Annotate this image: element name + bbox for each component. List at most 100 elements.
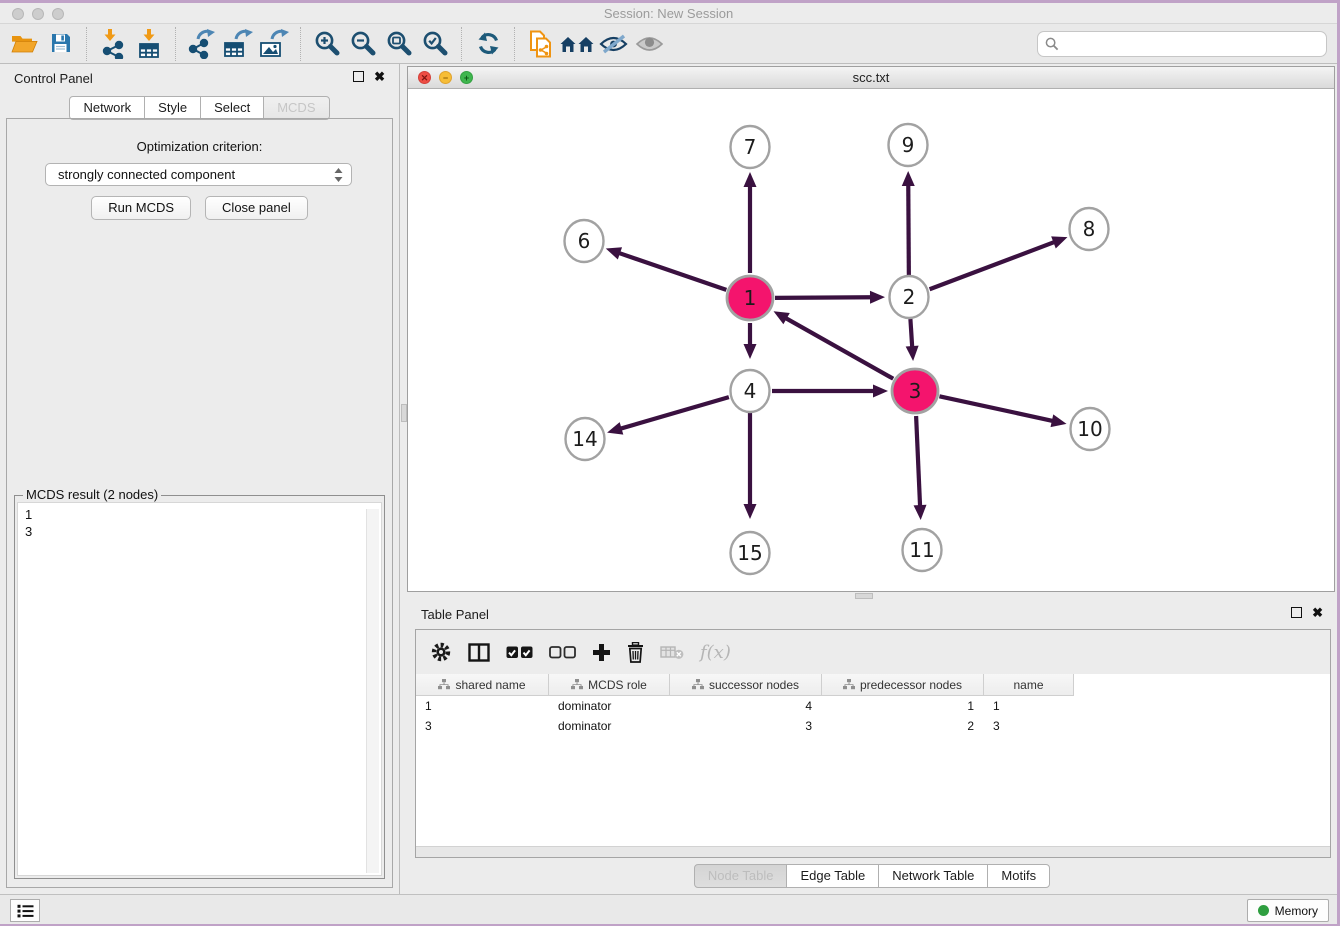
column-header-predecessor-nodes[interactable]: predecessor nodes	[822, 674, 984, 695]
network-canvas[interactable]: 7 9 6 8 1 2 4 3 14 10 15 11	[408, 89, 1334, 591]
import-network-button[interactable]	[95, 27, 131, 61]
delete-columns-button[interactable]	[627, 637, 644, 667]
eye-slash-icon	[599, 34, 628, 54]
memory-label: Memory	[1275, 904, 1318, 918]
open-session-button[interactable]	[6, 27, 42, 61]
table-row[interactable]: 3dominator323	[416, 716, 1330, 736]
list-icon	[17, 904, 34, 918]
graph-edge[interactable]	[785, 318, 893, 379]
create-column-button[interactable]	[592, 637, 611, 667]
graph-edge[interactable]	[916, 416, 920, 507]
function-builder-button[interactable]: f(x)	[700, 637, 731, 667]
trash-icon	[627, 642, 644, 663]
export-table-button[interactable]	[220, 27, 256, 61]
table-cell: 2	[822, 719, 984, 733]
graph-edge[interactable]	[775, 297, 872, 298]
tab-network-table[interactable]: Network Table	[878, 864, 988, 888]
result-scrollbar[interactable]	[366, 509, 379, 873]
column-header-MCDS-role[interactable]: MCDS role	[549, 674, 670, 695]
import-table-icon	[137, 29, 161, 59]
splitter-grip[interactable]	[855, 593, 873, 599]
export-network-button[interactable]	[184, 27, 220, 61]
houses-icon	[560, 34, 594, 54]
refresh-view-button[interactable]	[470, 27, 506, 61]
unselect-all-columns-button[interactable]	[549, 637, 576, 667]
column-header-label: MCDS role	[588, 678, 647, 692]
graph-edge[interactable]	[939, 396, 1053, 421]
graph-node[interactable]: 11	[903, 529, 942, 571]
tab-network[interactable]: Network	[69, 96, 145, 120]
close-panel-button[interactable]: Close panel	[205, 196, 308, 220]
show-all-button[interactable]	[631, 27, 667, 61]
tab-style[interactable]: Style	[144, 96, 201, 120]
vertical-splitter[interactable]	[400, 64, 407, 894]
horizontal-splitter[interactable]	[407, 592, 1337, 600]
toolbar-separator	[300, 27, 301, 61]
close-panel-icon[interactable]: ✖	[374, 71, 385, 82]
graph-node-label: 1	[744, 286, 757, 310]
memory-button[interactable]: Memory	[1247, 899, 1329, 922]
column-type-icon	[438, 679, 450, 690]
graph-node[interactable]: 8	[1070, 208, 1109, 250]
export-image-button[interactable]	[256, 27, 292, 61]
table-row[interactable]: 1dominator411	[416, 696, 1330, 716]
splitter-grip[interactable]	[401, 404, 407, 422]
graph-edge-arrowhead	[914, 505, 927, 520]
criterion-select[interactable]: strongly connected component	[45, 163, 352, 186]
checked-boxes-icon	[506, 646, 533, 659]
search-icon	[1045, 37, 1059, 51]
tab-edge-table[interactable]: Edge Table	[786, 864, 879, 888]
select-chevrons-icon	[333, 167, 344, 183]
column-header-successor-nodes[interactable]: successor nodes	[670, 674, 822, 695]
graph-node[interactable]: 4	[731, 370, 770, 412]
select-all-columns-button[interactable]	[506, 637, 533, 667]
graph-node[interactable]: 15	[731, 532, 770, 574]
tab-node-table[interactable]: Node Table	[694, 864, 788, 888]
show-columns-button[interactable]	[468, 637, 490, 667]
graph-edge[interactable]	[618, 253, 726, 290]
column-header-shared-name[interactable]: shared name	[416, 674, 549, 695]
graph-node[interactable]: 3	[892, 369, 938, 413]
graph-node[interactable]: 6	[565, 220, 604, 262]
graph-node[interactable]: 7	[731, 126, 770, 168]
delete-table-button[interactable]	[660, 637, 684, 667]
import-table-button[interactable]	[131, 27, 167, 61]
memory-status-icon	[1258, 905, 1269, 916]
tab-select[interactable]: Select	[200, 96, 264, 120]
graph-node-label: 14	[572, 427, 597, 451]
graph-node[interactable]: 9	[889, 124, 928, 166]
graph-node-label: 8	[1083, 217, 1096, 241]
zoom-out-icon	[350, 30, 377, 57]
float-panel-icon[interactable]	[353, 71, 364, 82]
search-input[interactable]	[1037, 31, 1327, 57]
zoom-out-button[interactable]	[345, 27, 381, 61]
zoom-selected-button[interactable]	[417, 27, 453, 61]
clone-network-button[interactable]	[523, 27, 559, 61]
graph-edge[interactable]	[910, 319, 912, 348]
run-mcds-button[interactable]: Run MCDS	[91, 196, 191, 220]
mcds-result-area[interactable]: 1 3	[17, 502, 382, 876]
graph-edge[interactable]	[930, 242, 1056, 290]
hide-selected-button[interactable]	[595, 27, 631, 61]
table-mode-button[interactable]	[430, 637, 452, 667]
graph-edge[interactable]	[908, 184, 909, 275]
tab-motifs[interactable]: Motifs	[987, 864, 1050, 888]
graph-edge-arrowhead	[606, 247, 622, 259]
table-bottom-scrollbar[interactable]	[416, 846, 1330, 857]
save-session-button[interactable]	[42, 27, 78, 61]
close-panel-icon[interactable]: ✖	[1312, 607, 1323, 618]
table-cell: dominator	[549, 699, 670, 713]
zoom-fit-button[interactable]	[381, 27, 417, 61]
graph-edge[interactable]	[620, 397, 729, 429]
plus-icon	[592, 643, 611, 662]
graph-node[interactable]: 1	[727, 276, 773, 320]
graph-node[interactable]: 14	[566, 418, 605, 460]
graph-node[interactable]: 10	[1071, 408, 1110, 450]
float-panel-icon[interactable]	[1291, 607, 1302, 618]
show-panels-button[interactable]	[10, 899, 40, 922]
first-neighbors-button[interactable]	[559, 27, 595, 61]
zoom-in-button[interactable]	[309, 27, 345, 61]
tab-mcds[interactable]: MCDS	[263, 96, 329, 120]
column-header-name[interactable]: name	[984, 674, 1074, 695]
graph-node[interactable]: 2	[890, 276, 929, 318]
